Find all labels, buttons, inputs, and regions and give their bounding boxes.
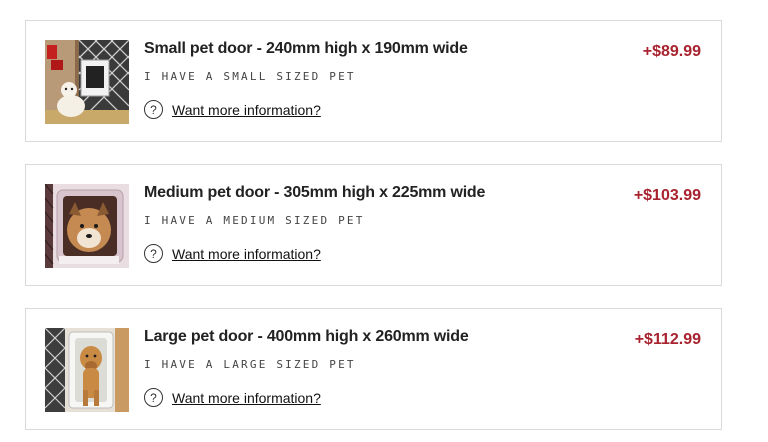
question-icon[interactable]: ? bbox=[144, 100, 163, 119]
more-info-link[interactable]: Want more information? bbox=[172, 390, 321, 406]
option-title: Large pet door - 400mm high x 260mm wide bbox=[144, 328, 469, 345]
pet-door-option-large[interactable]: Large pet door - 400mm high x 260mm wide… bbox=[25, 308, 722, 430]
pet-door-option-small[interactable]: Small pet door - 240mm high x 190mm wide… bbox=[25, 20, 722, 142]
more-info-toggle[interactable]: ? Want more information? bbox=[144, 100, 321, 119]
small-pet-door-image bbox=[45, 40, 129, 124]
question-icon[interactable]: ? bbox=[144, 388, 163, 407]
option-price: +$103.99 bbox=[633, 187, 701, 204]
option-subtitle: I HAVE A MEDIUM SIZED PET bbox=[144, 214, 365, 227]
option-title: Small pet door - 240mm high x 190mm wide bbox=[144, 40, 468, 57]
more-info-link[interactable]: Want more information? bbox=[172, 246, 321, 262]
more-info-toggle[interactable]: ? Want more information? bbox=[144, 388, 321, 407]
pet-door-option-medium[interactable]: Medium pet door - 305mm high x 225mm wid… bbox=[25, 164, 722, 286]
option-price: +$89.99 bbox=[642, 43, 701, 60]
option-title: Medium pet door - 305mm high x 225mm wid… bbox=[144, 184, 486, 201]
more-info-link[interactable]: Want more information? bbox=[172, 102, 321, 118]
medium-pet-door-image bbox=[45, 184, 129, 268]
more-info-toggle[interactable]: ? Want more information? bbox=[144, 244, 321, 263]
option-subtitle: I HAVE A SMALL SIZED PET bbox=[144, 70, 356, 83]
question-icon[interactable]: ? bbox=[144, 244, 163, 263]
option-subtitle: I HAVE A LARGE SIZED PET bbox=[144, 358, 356, 371]
large-pet-door-image bbox=[45, 328, 129, 412]
option-price: +$112.99 bbox=[634, 331, 701, 348]
